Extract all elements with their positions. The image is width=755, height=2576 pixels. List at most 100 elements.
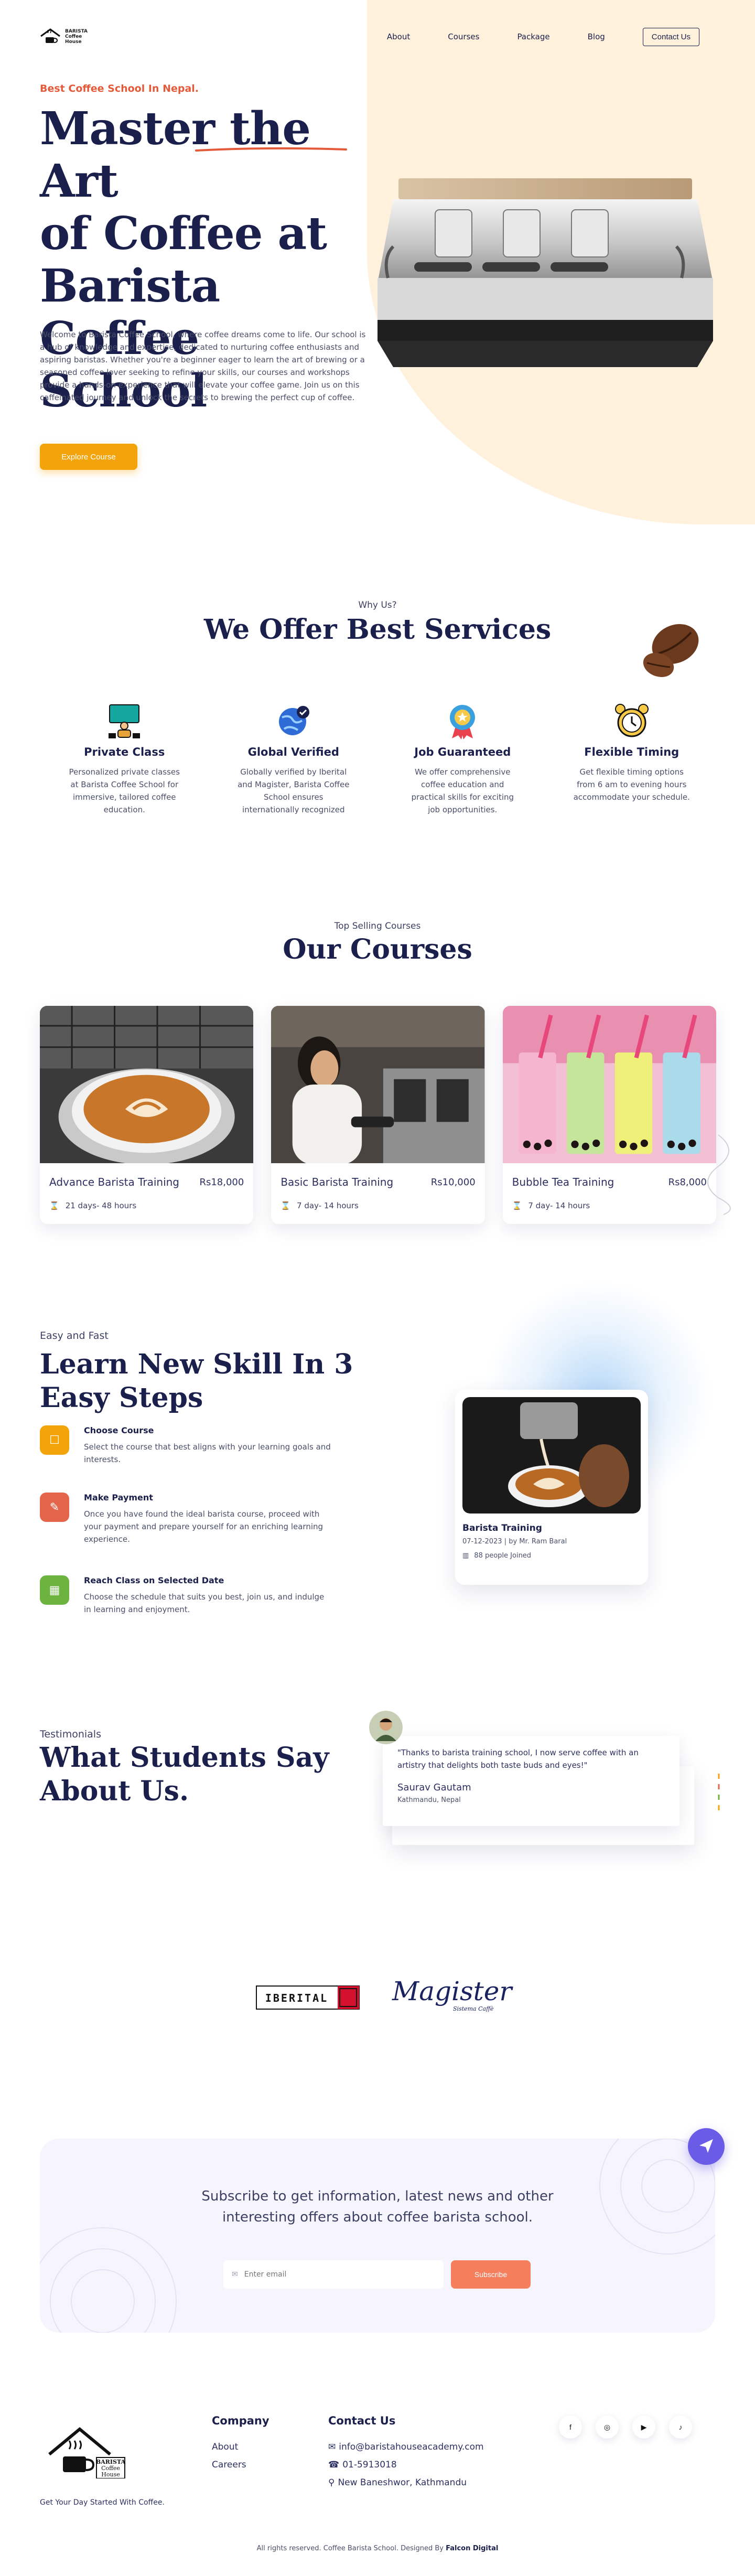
tiktok-icon[interactable]: ♪ xyxy=(669,2416,692,2439)
step-item: ✎ Make Payment Once you have found the i… xyxy=(40,1493,333,1545)
hourglass-icon: ⌛ xyxy=(49,1201,59,1210)
facebook-icon[interactable]: f xyxy=(559,2416,582,2439)
service-text: Get flexible timing options from 6 am to… xyxy=(573,767,690,802)
footer-phone-text: 01-5913018 xyxy=(342,2460,397,2470)
email-input[interactable] xyxy=(244,2270,423,2279)
social-links: f ◎ ▶ ♪ xyxy=(559,2416,692,2439)
site-logo[interactable]: BARISTA Coffee House xyxy=(40,28,88,46)
footer-contact-column: Contact Us ✉ info@baristahouseacademy.co… xyxy=(328,2414,484,2488)
course-price: Rs10,000 xyxy=(430,1176,476,1188)
course-price: Rs8,000 xyxy=(668,1176,707,1188)
service-title: Job Guaranteed xyxy=(414,746,511,758)
footer-email-text: info@baristahouseacademy.com xyxy=(339,2442,484,2452)
coffee-beans-image xyxy=(643,624,699,678)
step-item: ☐ Choose Course Select the course that b… xyxy=(40,1425,333,1466)
magister-logo: Magister xyxy=(392,1976,512,2006)
service-text: Globally verified by Iberital and Magist… xyxy=(238,767,350,814)
choose-course-icon: ☐ xyxy=(40,1425,69,1455)
instagram-icon[interactable]: ◎ xyxy=(596,2416,619,2439)
logo-line-2: Coffee xyxy=(65,34,82,39)
services-kicker: Why Us? xyxy=(358,600,397,610)
course-name: Bubble Tea Training xyxy=(512,1176,614,1188)
footer-logo-line-3: House xyxy=(101,2471,120,2478)
youtube-icon[interactable]: ▶ xyxy=(632,2416,655,2439)
footer-address: ⚲ New Baneshwor, Kathmandu xyxy=(328,2477,484,2488)
hero-title-line-1: Master the Art xyxy=(40,102,311,208)
testimonial-location: Kathmandu, Nepal xyxy=(397,1796,461,1804)
decorative-scribble xyxy=(707,1134,731,1215)
event-joined-count: 88 people Joined xyxy=(474,1552,532,1560)
nav-link-blog[interactable]: Blog xyxy=(588,32,605,41)
coffee-house-icon xyxy=(40,28,60,43)
course-duration: 7 day- 14 hours xyxy=(528,1201,590,1210)
steps-title: Learn New Skill In 3 Easy Steps xyxy=(40,1348,354,1415)
course-card[interactable]: Bubble Tea Training Rs8,000 ⌛ 7 day- 14 … xyxy=(502,1006,716,1224)
footer-phone[interactable]: ☎ 01-5913018 xyxy=(328,2460,484,2470)
footer-logo: BARISTA Coffee House xyxy=(48,2427,126,2478)
designer-link[interactable]: Falcon Digital xyxy=(446,2545,498,2552)
testimonial-name: Saurav Gautam xyxy=(397,1782,471,1793)
avatar xyxy=(369,1711,403,1744)
step-text: Choose the schedule that suits you best,… xyxy=(84,1592,325,1614)
nav-link-courses[interactable]: Courses xyxy=(448,32,479,41)
service-text: Personalized private classes at Barista … xyxy=(69,767,180,814)
course-name: Advance Barista Training xyxy=(49,1176,179,1188)
step-title: Make Payment xyxy=(84,1493,153,1502)
logo-line-3: House xyxy=(65,39,82,45)
copyright: All rights reserved. Coffee Barista Scho… xyxy=(0,2545,755,2552)
explore-course-button[interactable]: Explore Course xyxy=(40,444,137,470)
top-navigation: BARISTA Coffee House About Courses Packa… xyxy=(40,21,699,52)
newsletter-text: Subscribe to get information, latest new… xyxy=(40,2186,715,2228)
location-pin-icon: ⚲ xyxy=(328,2477,335,2488)
services-list: Private Class Personalized private class… xyxy=(40,702,716,816)
payment-icon: ✎ xyxy=(40,1493,69,1522)
newsletter-section: Subscribe to get information, latest new… xyxy=(40,2139,715,2333)
calendar-icon: ▦ xyxy=(40,1575,69,1605)
training-event-card[interactable]: Barista Training 07-12-2023 | by Mr. Ram… xyxy=(455,1390,648,1585)
step-item: ▦ Reach Class on Selected Date Choose th… xyxy=(40,1575,333,1616)
course-duration: 7 day- 14 hours xyxy=(297,1201,359,1210)
nav-link-package[interactable]: Package xyxy=(517,32,549,41)
event-meta: 07-12-2023 | by Mr. Ram Baral xyxy=(462,1538,567,1545)
course-card[interactable]: Advance Barista Training Rs18,000 ⌛ 21 d… xyxy=(40,1006,254,1224)
event-title: Barista Training xyxy=(462,1523,542,1533)
step-title: Reach Class on Selected Date xyxy=(84,1575,224,1585)
footer-email[interactable]: ✉ info@baristahouseacademy.com xyxy=(328,2442,484,2452)
testimonials-kicker: Testimonials xyxy=(40,1729,101,1740)
service-title: Global Verified xyxy=(247,746,339,758)
hero-title-line-2: of Coffee at xyxy=(40,207,327,260)
courses-list: Advance Barista Training Rs18,000 ⌛ 21 d… xyxy=(40,1006,716,1224)
footer-tagline: Get Your Day Started With Coffee. xyxy=(40,2498,165,2507)
footer-link-about[interactable]: About xyxy=(212,2442,269,2452)
decorative-dashes xyxy=(718,1774,720,1810)
mail-icon: ✉ xyxy=(232,2270,238,2279)
phone-icon: ☎ xyxy=(328,2460,340,2470)
contact-us-button[interactable]: Contact Us xyxy=(642,27,699,46)
service-card: Job Guaranteed We offer comprehensive co… xyxy=(378,702,547,816)
newsletter-text-line-1: Subscribe to get information, latest new… xyxy=(201,2188,554,2204)
service-text: We offer comprehensive coffee education … xyxy=(411,767,514,814)
footer-link-careers[interactable]: Careers xyxy=(212,2460,269,2470)
courses-title: Our Courses xyxy=(283,933,472,965)
testimonials-title-line-1: What Students Say xyxy=(40,1742,329,1774)
subscribe-button[interactable]: Subscribe xyxy=(451,2260,531,2289)
course-name: Basic Barista Training xyxy=(281,1176,394,1188)
course-price: Rs18,000 xyxy=(199,1176,244,1188)
nav-link-about[interactable]: About xyxy=(387,32,410,41)
latte-art-image xyxy=(40,1006,254,1165)
step-text: Once you have found the ideal barista co… xyxy=(84,1509,323,1544)
hero-description: Welcome to Barista Coffee School, where … xyxy=(40,330,366,402)
steps-title-line-1: Learn New Skill In 3 xyxy=(40,1348,353,1380)
service-title: Flexible Timing xyxy=(584,746,680,758)
latte-pour-image xyxy=(462,1397,641,1514)
course-card[interactable]: Basic Barista Training Rs10,000 ⌛ 7 day-… xyxy=(271,1006,485,1224)
espresso-machine-image xyxy=(378,178,713,367)
send-icon[interactable] xyxy=(688,2128,725,2165)
email-field[interactable]: ✉ xyxy=(223,2260,444,2289)
footer-address-text: New Baneshwor, Kathmandu xyxy=(338,2477,467,2488)
bubble-tea-image xyxy=(502,1006,716,1165)
courses-kicker: Top Selling Courses xyxy=(334,921,421,931)
hourglass-icon: ⌛ xyxy=(512,1201,522,1210)
teacher-icon xyxy=(109,704,141,738)
hero-kicker: Best Coffee School In Nepal. xyxy=(40,83,199,94)
